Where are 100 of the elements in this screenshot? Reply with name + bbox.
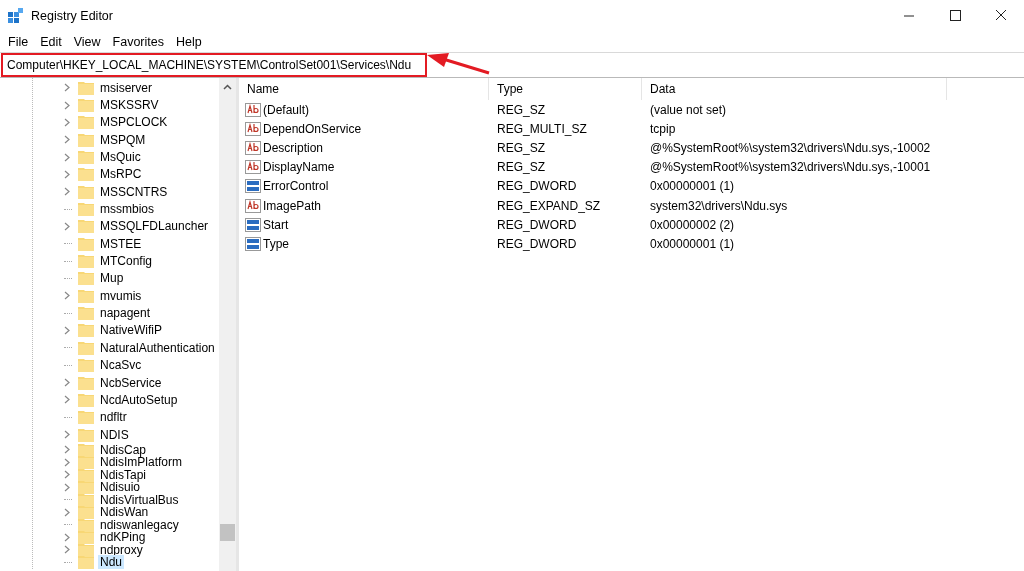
value-name[interactable]: ErrorControl [263, 179, 329, 194]
tree-item[interactable]: Mup [98, 271, 126, 286]
value-name[interactable]: Description [263, 140, 324, 155]
folder-icon [78, 254, 94, 269]
expand-chevron-icon[interactable] [64, 326, 70, 335]
registry-icon [8, 8, 24, 24]
expand-chevron-icon[interactable] [64, 100, 70, 110]
value-type: REG_DWORD [497, 217, 577, 232]
value-type: REG_DWORD [497, 179, 577, 194]
folder-icon [78, 410, 94, 425]
tree-item[interactable]: NdisImPlatform [98, 455, 184, 470]
folder-icon [78, 80, 94, 95]
value-name[interactable]: Type [263, 236, 289, 251]
expand-chevron-icon[interactable] [64, 507, 70, 517]
folder-icon [78, 358, 94, 373]
tree-item[interactable]: MSPQM [98, 132, 148, 147]
value-name[interactable]: (Default) [263, 102, 309, 117]
menu-item[interactable]: Help [170, 35, 208, 49]
tree-item[interactable]: NdisTapi [98, 467, 149, 482]
folder-icon [78, 219, 94, 234]
scroll-thumb[interactable] [220, 524, 235, 541]
folder-icon [78, 392, 94, 407]
menu-item[interactable]: File [2, 35, 35, 49]
expand-chevron-icon[interactable] [64, 445, 70, 454]
value-type: REG_DWORD [497, 236, 577, 251]
expand-chevron-icon[interactable] [64, 187, 70, 197]
tree-item[interactable]: MsRPC [98, 167, 144, 182]
tree-item[interactable]: ndiswanlegacy [98, 517, 181, 532]
tree-item[interactable]: MSKSSRV [98, 98, 161, 112]
tree-item[interactable]: MTConfig [98, 254, 154, 269]
tree-item[interactable]: mssmbios [98, 202, 156, 217]
folder-icon [78, 288, 94, 303]
folder-icon [78, 167, 94, 182]
tree-item[interactable]: NativeWifiP [98, 323, 164, 338]
tree-item[interactable]: msiserver [98, 80, 154, 95]
tree-item[interactable]: NdisCap [98, 442, 149, 457]
folder-icon [78, 530, 94, 545]
expand-chevron-icon[interactable] [64, 545, 70, 555]
expand-chevron-icon[interactable] [64, 291, 70, 301]
menu-item[interactable]: Edit [34, 35, 68, 49]
expand-chevron-icon[interactable] [64, 169, 70, 179]
tree-item[interactable]: napagent [98, 306, 153, 321]
value-type: REG_SZ [497, 140, 545, 155]
expand-chevron-icon[interactable] [64, 83, 70, 93]
value-data: 0x00000001 (1) [650, 179, 735, 194]
annotation-arrow [425, 51, 491, 75]
value-type: REG_EXPAND_SZ [497, 198, 601, 213]
tree-item[interactable]: NcbService [98, 375, 164, 390]
tree-item[interactable]: Ndisuio [98, 480, 143, 495]
folder-icon [78, 150, 94, 165]
expand-chevron-icon[interactable] [64, 482, 70, 492]
column-header[interactable]: Type [489, 78, 642, 100]
menu-item[interactable]: Favorites [106, 35, 170, 49]
expand-chevron-icon[interactable] [64, 457, 70, 467]
folder-icon [78, 184, 94, 199]
folder-icon [78, 480, 94, 495]
folder-icon [78, 323, 94, 338]
folder-icon [78, 271, 94, 286]
menu-item[interactable]: View [67, 35, 107, 49]
scrollbar[interactable] [219, 78, 236, 571]
expand-chevron-icon[interactable] [64, 378, 70, 387]
tree-item[interactable]: MSSCNTRS [98, 184, 170, 199]
value-name[interactable]: DependOnService [263, 121, 362, 136]
value-name[interactable]: DisplayName [263, 160, 335, 175]
expand-chevron-icon[interactable] [64, 395, 70, 405]
value-data: 0x00000002 (2) [650, 217, 735, 232]
folder-icon [78, 236, 94, 251]
tree-item[interactable]: NdisVirtualBus [98, 492, 181, 507]
column-header[interactable]: Name [239, 78, 489, 100]
tree-item[interactable]: mvumis [98, 288, 144, 303]
tree-item[interactable]: NcaSvc [98, 358, 144, 373]
tree-item[interactable]: Ndu [98, 555, 124, 570]
tree-item[interactable]: MSSQLFDLauncher [98, 219, 211, 234]
tree-item[interactable]: ndfltr [98, 410, 129, 425]
tree-item[interactable]: NdisWan [98, 505, 151, 520]
value-name[interactable]: ImagePath [263, 198, 322, 213]
tree-item[interactable]: MSPCLOCK [98, 115, 170, 130]
folder-icon [78, 132, 94, 147]
tree-item[interactable]: ndKPing [98, 530, 148, 545]
address-bar[interactable]: Computer\HKEY_LOCAL_MACHINE\SYSTEM\ControlSet001\Services\Ndu [0, 54, 1024, 76]
expand-chevron-icon[interactable] [64, 470, 70, 480]
address-path: Computer\HKEY_LOCAL_MACHINE\SYSTEM\ControlSet001\Services\Ndu [7, 58, 412, 72]
scroll-up-icon[interactable] [223, 84, 232, 90]
tree-item[interactable]: MsQuic [98, 150, 143, 165]
value-name[interactable]: Start [263, 217, 289, 232]
expand-chevron-icon[interactable] [64, 430, 70, 440]
tree-item[interactable]: NDIS [98, 427, 131, 442]
expand-chevron-icon[interactable] [64, 221, 70, 231]
expand-chevron-icon[interactable] [64, 117, 70, 127]
expand-chevron-icon[interactable] [64, 152, 70, 162]
value-data: 0x00000001 (1) [650, 236, 735, 251]
expand-chevron-icon[interactable] [64, 532, 70, 542]
column-header[interactable]: Data [642, 78, 947, 100]
value-type: REG_SZ [497, 160, 545, 175]
folder-icon [78, 306, 94, 321]
tree-item[interactable]: NaturalAuthentication [98, 340, 217, 355]
tree-item[interactable]: NcdAutoSetup [98, 392, 180, 407]
value-data: tcpip [650, 121, 676, 136]
tree-item[interactable]: MSTEE [98, 236, 144, 251]
expand-chevron-icon[interactable] [64, 135, 70, 145]
